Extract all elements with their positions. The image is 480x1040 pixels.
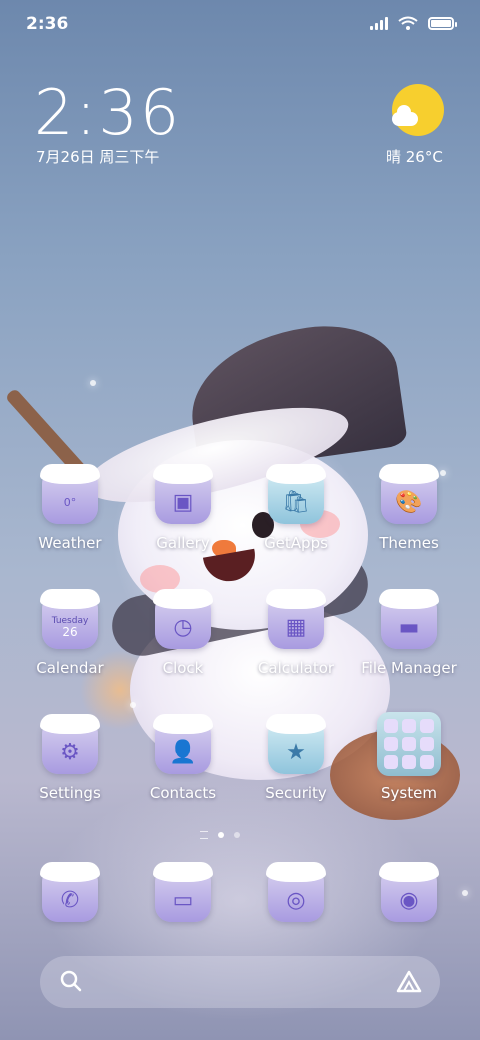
status-bar: 2:36	[0, 0, 480, 50]
phone-icon: ✆	[40, 862, 100, 922]
signal-icon	[370, 16, 388, 30]
contacts-icon: 👤	[153, 714, 213, 774]
weather-temp: 0°	[63, 495, 77, 509]
system-folder-grid	[384, 719, 434, 769]
clock-widget-date[interactable]: 7月26日 周三下午	[36, 146, 159, 167]
app-security[interactable]: ★ Security	[241, 714, 351, 802]
folder-glyph: ▬	[398, 614, 420, 640]
dock-messages[interactable]: ▭	[128, 862, 238, 922]
clock-icon: ◷	[153, 589, 213, 649]
getapps-icon: 🛍	[266, 464, 326, 524]
search-icon[interactable]	[60, 970, 82, 992]
browser-icon: ◎	[266, 862, 326, 922]
security-glyph: ★	[286, 739, 306, 765]
cloud-icon	[392, 105, 418, 126]
app-label: Settings	[39, 784, 101, 802]
app-getapps[interactable]: 🛍 GetApps	[241, 464, 351, 552]
themes-glyph: 🎨	[395, 489, 423, 515]
dock-camera[interactable]: ◉	[354, 862, 464, 922]
browser-glyph: ◎	[286, 887, 306, 913]
page-dot-active	[218, 832, 224, 838]
wallpaper-sparkle	[130, 702, 136, 708]
status-time: 2:36	[26, 14, 69, 34]
app-weather[interactable]: 0° Weather	[15, 464, 125, 552]
app-system-folder[interactable]: System	[354, 712, 464, 802]
app-calendar[interactable]: Tuesday 26 Calendar	[15, 589, 125, 677]
assistant-icon[interactable]	[396, 970, 422, 994]
calculator-glyph: ▦	[285, 614, 307, 640]
weather-widget-text[interactable]: 晴 26°C	[386, 146, 443, 167]
settings-gear-icon: ⚙	[40, 714, 100, 774]
messages-glyph: ▭	[172, 887, 194, 913]
wallpaper-sparkle	[90, 380, 96, 386]
folder-icon: ▬	[379, 589, 439, 649]
app-settings[interactable]: ⚙ Settings	[15, 714, 125, 802]
calendar-day: 26	[62, 624, 78, 639]
app-themes[interactable]: 🎨 Themes	[354, 464, 464, 552]
wifi-icon	[398, 16, 418, 30]
page-dot	[234, 832, 240, 838]
clock-widget-time[interactable]: 2:36	[34, 76, 181, 149]
battery-icon	[428, 16, 457, 30]
calendar-icon: Tuesday 26	[40, 589, 100, 649]
phone-glyph: ✆	[60, 887, 80, 913]
app-gallery[interactable]: ▣ Gallery	[128, 464, 238, 552]
dock-phone[interactable]: ✆	[15, 862, 125, 922]
system-folder-icon	[377, 712, 441, 776]
app-file-manager[interactable]: ▬ File Manager	[354, 589, 464, 677]
app-label: Themes	[379, 534, 439, 552]
app-contacts[interactable]: 👤 Contacts	[128, 714, 238, 802]
settings-glyph: ⚙	[60, 739, 80, 765]
themes-icon: 🎨	[379, 464, 439, 524]
messages-icon: ▭	[153, 862, 213, 922]
gallery-icon: ▣	[153, 464, 213, 524]
app-label: File Manager	[361, 659, 457, 677]
app-label: Weather	[38, 534, 102, 552]
app-label: Calendar	[36, 659, 104, 677]
page-indicator-list-icon	[200, 831, 208, 839]
app-label: Contacts	[149, 784, 217, 802]
security-shield-icon: ★	[266, 714, 326, 774]
camera-glyph: ◉	[399, 887, 419, 913]
app-label: GetApps	[264, 534, 328, 552]
page-indicator[interactable]	[200, 831, 240, 839]
app-clock[interactable]: ◷ Clock	[128, 589, 238, 677]
clock-glyph: ◷	[173, 614, 193, 640]
calculator-icon: ▦	[266, 589, 326, 649]
dock-browser[interactable]: ◎	[241, 862, 351, 922]
app-calculator[interactable]: ▦ Calculator	[241, 589, 351, 677]
app-label: Clock	[162, 659, 204, 677]
app-label: Security	[265, 784, 327, 802]
search-bar[interactable]	[40, 956, 440, 1008]
status-icons	[370, 16, 457, 30]
gallery-glyph: ▣	[172, 489, 194, 515]
app-label: System	[381, 784, 437, 802]
contacts-glyph: 👤	[169, 739, 197, 765]
camera-icon: ◉	[379, 862, 439, 922]
weather-icon: 0°	[40, 464, 100, 524]
getapps-glyph: 🛍	[282, 489, 310, 515]
app-label: Gallery	[156, 534, 210, 552]
app-label: Calculator	[257, 659, 335, 677]
